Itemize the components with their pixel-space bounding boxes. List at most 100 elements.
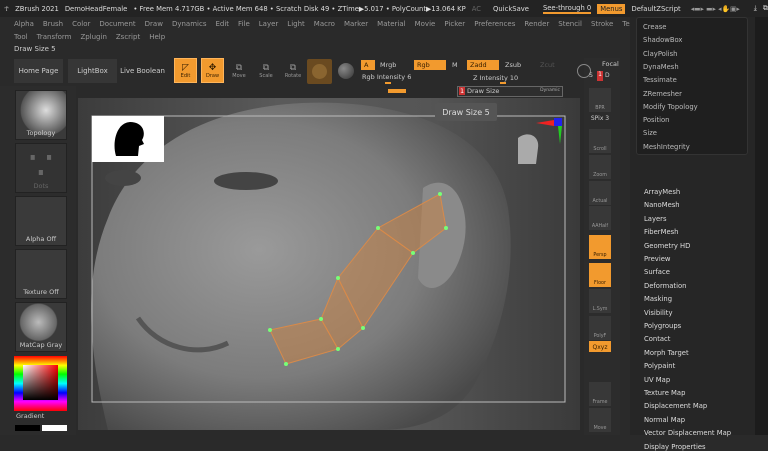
menu-color[interactable]: Color bbox=[72, 20, 90, 28]
submenu-layers[interactable]: Layers bbox=[644, 215, 667, 223]
shelf-persp-button[interactable]: Persp bbox=[589, 235, 611, 259]
minimize-icon[interactable]: ⤓ bbox=[754, 4, 757, 13]
menu-marker[interactable]: Marker bbox=[344, 20, 368, 28]
menu-zscript[interactable]: Zscript bbox=[116, 33, 140, 41]
stroke-selector[interactable]: ∵ Dots bbox=[15, 143, 67, 193]
main-color-swatch[interactable] bbox=[42, 425, 67, 431]
menu-dynamics[interactable]: Dynamics bbox=[172, 20, 207, 28]
restore-icon[interactable]: ⧉ bbox=[763, 4, 768, 13]
mrgb-toggle[interactable]: Mrgb bbox=[380, 61, 396, 69]
quicksave-button[interactable]: QuickSave bbox=[493, 5, 529, 13]
dynamic-toggle[interactable]: Dynamic bbox=[540, 88, 560, 93]
brush-selector[interactable]: Topology bbox=[15, 90, 67, 140]
menu-alpha[interactable]: Alpha bbox=[14, 20, 34, 28]
secondary-color-swatch[interactable] bbox=[15, 425, 40, 431]
shelf-spix-3-button[interactable]: SPix 3 bbox=[589, 112, 611, 123]
menu-picker[interactable]: Picker bbox=[444, 20, 465, 28]
edit-button[interactable]: ◸ Edit bbox=[174, 58, 197, 83]
shelf-actual-button[interactable]: Actual bbox=[589, 181, 611, 205]
menu-stencil[interactable]: Stencil bbox=[558, 20, 582, 28]
shelf-polyf-button[interactable]: PolyF bbox=[589, 316, 611, 340]
submenu-polypaint[interactable]: Polypaint bbox=[644, 362, 675, 370]
rgb-toggle[interactable]: Rgb bbox=[414, 60, 446, 70]
home-page-button[interactable]: Home Page bbox=[14, 59, 63, 83]
ac-button[interactable]: AC bbox=[472, 5, 481, 13]
submenu-fibermesh[interactable]: FiberMesh bbox=[644, 228, 679, 236]
submenu-geometry-hd[interactable]: Geometry HD bbox=[644, 242, 690, 250]
shelf-l-sym-button[interactable]: L.Sym bbox=[589, 289, 611, 313]
submenu-masking[interactable]: Masking bbox=[644, 295, 672, 303]
menu-file[interactable]: File bbox=[238, 20, 250, 28]
submenu-arraymesh[interactable]: ArrayMesh bbox=[644, 188, 680, 196]
texture-selector[interactable]: Texture Off bbox=[15, 249, 67, 299]
zadd-toggle[interactable]: Zadd bbox=[467, 60, 499, 70]
zcut-toggle[interactable]: Zcut bbox=[540, 61, 555, 69]
menu-preferences[interactable]: Preferences bbox=[474, 20, 515, 28]
menu-brush[interactable]: Brush bbox=[43, 20, 63, 28]
a-toggle[interactable]: A bbox=[361, 60, 375, 70]
shelf-floor-button[interactable]: Floor bbox=[589, 263, 611, 287]
draw-size-slider[interactable]: 1 Draw Size Dynamic bbox=[457, 86, 563, 97]
menu-help[interactable]: Help bbox=[149, 33, 165, 41]
dropdown-modify-topology[interactable]: Modify Topology bbox=[643, 103, 698, 111]
layout-icons[interactable]: ◂▬▸ ▬▸ ◂✋▣▸ bbox=[691, 5, 740, 13]
live-boolean-button[interactable]: Live Boolean bbox=[120, 59, 165, 83]
zsub-toggle[interactable]: Zsub bbox=[505, 61, 521, 69]
submenu-displacement-map[interactable]: Displacement Map bbox=[644, 402, 707, 410]
see-through-slider[interactable]: See-through 0 bbox=[542, 4, 592, 14]
submenu-normal-map[interactable]: Normal Map bbox=[644, 416, 685, 424]
material-selector[interactable]: MatCap Gray bbox=[15, 302, 67, 352]
color-picker[interactable] bbox=[14, 356, 67, 411]
menu-light[interactable]: Light bbox=[287, 20, 304, 28]
menu-render[interactable]: Render bbox=[524, 20, 549, 28]
submenu-morph-target[interactable]: Morph Target bbox=[644, 349, 689, 357]
material-sphere-button[interactable] bbox=[307, 59, 332, 84]
menu-tool[interactable]: Tool bbox=[14, 33, 28, 41]
focal-shift-handle[interactable] bbox=[388, 89, 406, 93]
dropdown-claypolish[interactable]: ClayPolish bbox=[643, 50, 677, 58]
focal-label[interactable]: Focal bbox=[602, 60, 619, 68]
submenu-contact[interactable]: Contact bbox=[644, 335, 670, 343]
scale-button[interactable]: ⧉ Scale bbox=[256, 59, 276, 83]
submenu-visibility[interactable]: Visibility bbox=[644, 309, 673, 317]
shelf-bpr-button[interactable]: BPR bbox=[589, 88, 611, 112]
m-toggle[interactable]: M bbox=[452, 61, 458, 69]
submenu-deformation[interactable]: Deformation bbox=[644, 282, 686, 290]
dropdown-position[interactable]: Position bbox=[643, 116, 669, 124]
submenu-preview[interactable]: Preview bbox=[644, 255, 670, 263]
dropdown-dynamesh[interactable]: DynaMesh bbox=[643, 63, 679, 71]
z-intensity-handle[interactable] bbox=[500, 82, 506, 84]
menu-transform[interactable]: Transform bbox=[37, 33, 72, 41]
rotate-button[interactable]: ⧉ Rotate bbox=[283, 59, 303, 83]
submenu-texture-map[interactable]: Texture Map bbox=[644, 389, 685, 397]
lightbox-button[interactable]: LightBox bbox=[68, 59, 117, 83]
rgb-intensity-slider[interactable]: Rgb Intensity 6 bbox=[362, 73, 411, 81]
canvas-viewport[interactable] bbox=[78, 98, 580, 430]
menu-movie[interactable]: Movie bbox=[415, 20, 436, 28]
shelf-move-button[interactable]: Move bbox=[589, 408, 611, 432]
menu-macro[interactable]: Macro bbox=[314, 20, 335, 28]
menu-edit[interactable]: Edit bbox=[215, 20, 229, 28]
dropdown-meshintegrity[interactable]: MeshIntegrity bbox=[643, 143, 690, 151]
dropdown-shadowbox[interactable]: ShadowBox bbox=[643, 36, 682, 44]
submenu-polygroups[interactable]: Polygroups bbox=[644, 322, 681, 330]
right-scrollbar[interactable] bbox=[755, 17, 768, 435]
submenu-display-properties[interactable]: Display Properties bbox=[644, 443, 706, 451]
focal-value[interactable]: 1 bbox=[597, 71, 603, 81]
submenu-surface[interactable]: Surface bbox=[644, 268, 670, 276]
menu-zplugin[interactable]: Zplugin bbox=[80, 33, 106, 41]
shelf-zoom-button[interactable]: Zoom bbox=[589, 155, 611, 179]
move-button[interactable]: ⧉ Move bbox=[229, 59, 249, 83]
menu-material[interactable]: Material bbox=[377, 20, 405, 28]
shelf-qxyz-button[interactable]: Qxyz bbox=[589, 341, 611, 352]
submenu-vector-displacement-map[interactable]: Vector Displacement Map bbox=[644, 429, 731, 437]
alpha-selector[interactable]: Alpha Off bbox=[15, 196, 67, 246]
shelf-frame-button[interactable]: Frame bbox=[589, 382, 611, 406]
dropdown-size[interactable]: Size bbox=[643, 129, 657, 137]
default-zscript-button[interactable]: DefaultZScript bbox=[631, 5, 680, 13]
color-square[interactable] bbox=[23, 365, 58, 400]
menu-draw[interactable]: Draw bbox=[145, 20, 163, 28]
rgb-intensity-handle[interactable] bbox=[385, 82, 391, 84]
shelf-aahalf-button[interactable]: AAHalf bbox=[589, 206, 611, 230]
shelf-scroll-button[interactable]: Scroll bbox=[589, 129, 611, 153]
